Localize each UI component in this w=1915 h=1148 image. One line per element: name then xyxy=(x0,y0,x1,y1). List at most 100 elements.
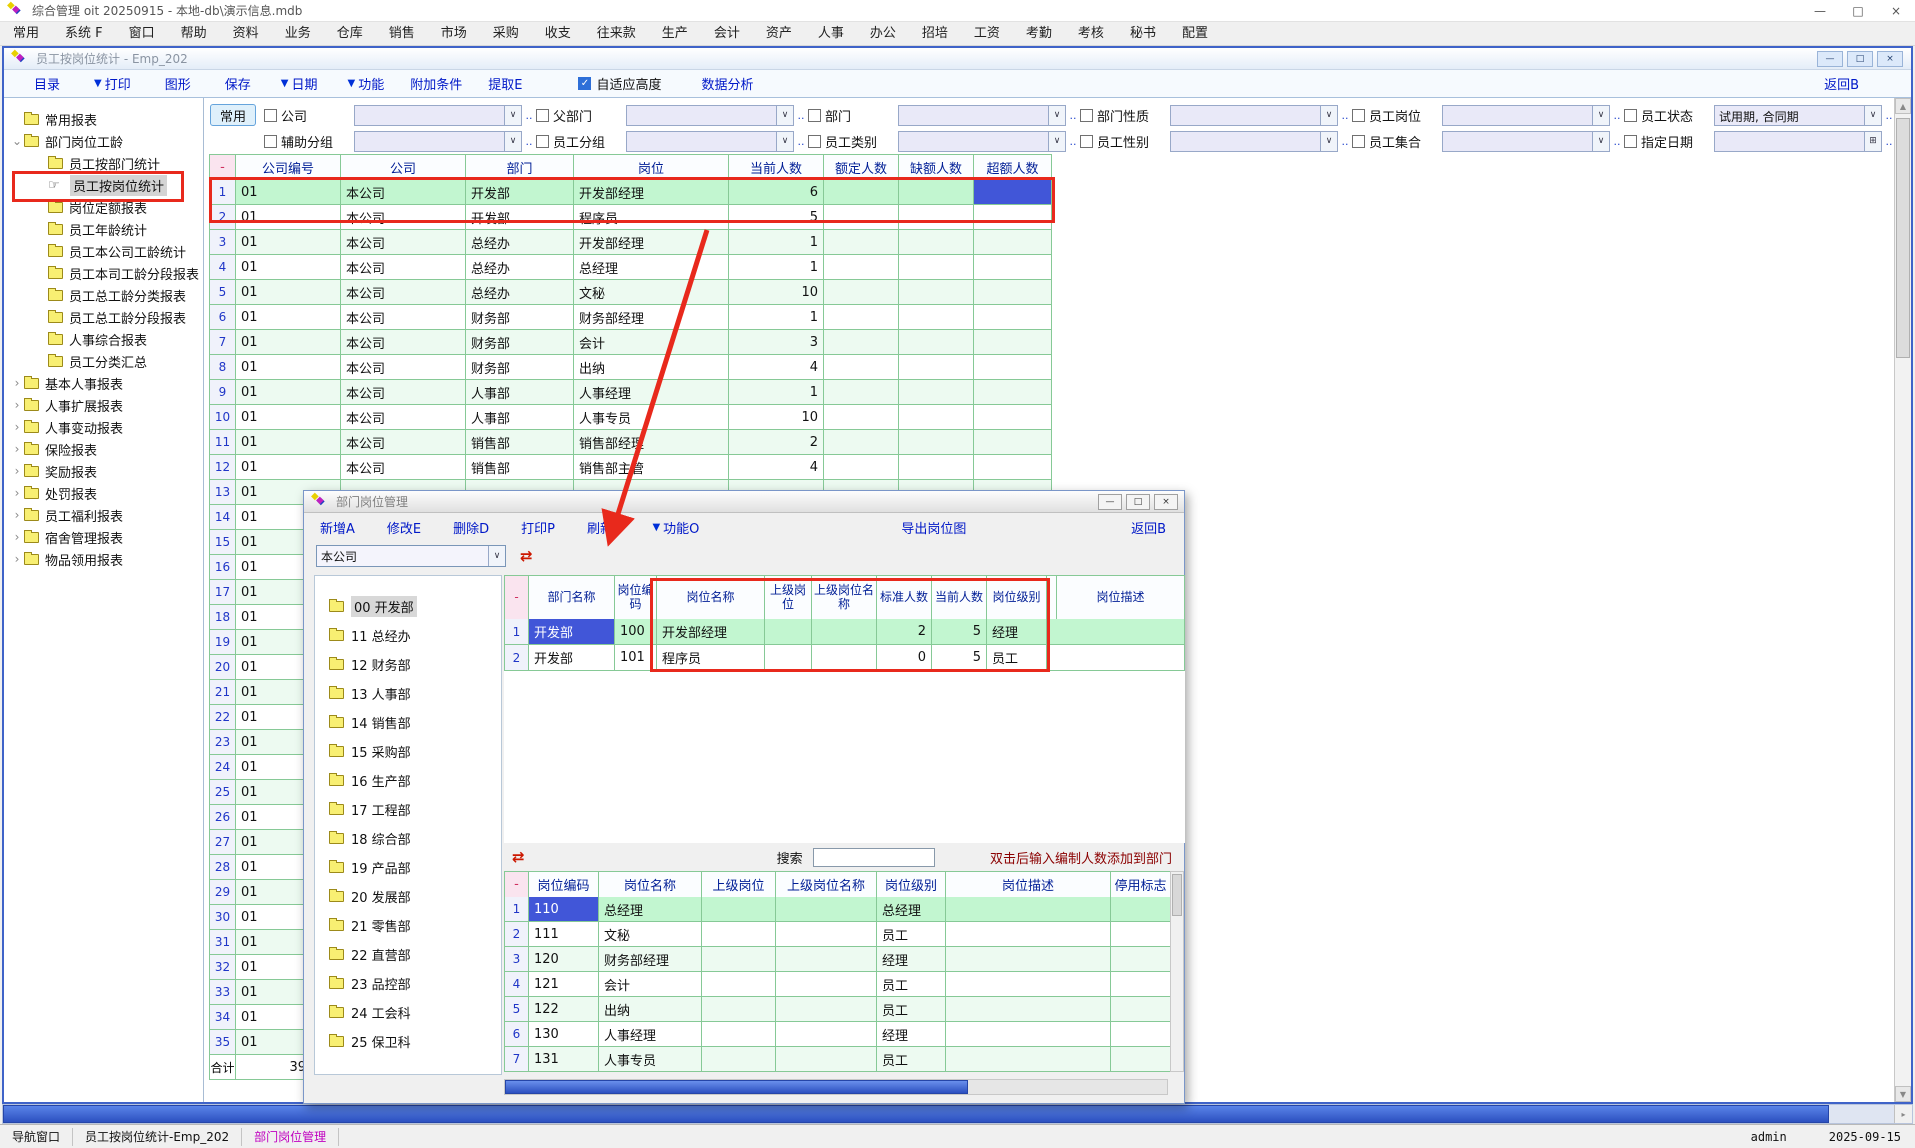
sidebar-item-员工总工龄分段报表[interactable]: 员工总工龄分段报表 xyxy=(4,306,203,328)
row-number[interactable]: 24 xyxy=(210,755,236,780)
grid-cell[interactable] xyxy=(974,280,1052,305)
scrollbar-thumb[interactable] xyxy=(505,1080,968,1094)
grid-cell[interactable] xyxy=(1111,947,1171,972)
grid-cell[interactable]: 本公司 xyxy=(341,205,466,230)
grid-cell[interactable]: 本公司 xyxy=(341,280,466,305)
grid-cell[interactable] xyxy=(899,455,974,480)
dept-tree-item-22 直营部[interactable]: 22 直营部 xyxy=(315,940,501,969)
grid-cell[interactable] xyxy=(974,255,1052,280)
grid-cell[interactable]: 销售部经理 xyxy=(574,430,729,455)
grid-cell[interactable] xyxy=(1111,897,1171,922)
autofit-checkbox[interactable]: ✓ xyxy=(578,77,591,90)
row-number[interactable]: 18 xyxy=(210,605,236,630)
row-number[interactable]: 8 xyxy=(210,355,236,380)
row-number[interactable]: 15 xyxy=(210,530,236,555)
grid-cell[interactable]: 1 xyxy=(729,230,824,255)
grid-cell[interactable]: 01 xyxy=(236,455,341,480)
grid-cell[interactable]: 01 xyxy=(236,405,341,430)
grid-cell[interactable]: 经理 xyxy=(987,619,1047,645)
filter-select-辅助分组[interactable]: ∨ xyxy=(354,131,522,152)
grid-cell[interactable]: 员工 xyxy=(877,972,946,997)
menu-item[interactable]: 考勤 xyxy=(1013,22,1065,46)
filter-checkbox-父部门[interactable] xyxy=(536,109,549,122)
sidebar-item-岗位定额报表[interactable]: 岗位定额报表 xyxy=(4,196,203,218)
chevron-right-icon[interactable]: › xyxy=(10,486,24,500)
grid-cell[interactable]: 人事经理 xyxy=(574,380,729,405)
grid-cell[interactable] xyxy=(702,1022,776,1047)
grid-cell[interactable]: 120 xyxy=(529,947,599,972)
grid-cell[interactable]: 总经理 xyxy=(574,255,729,280)
grid-cell[interactable]: 01 xyxy=(236,280,341,305)
row-number[interactable]: 1 xyxy=(505,619,529,645)
grid-cell[interactable] xyxy=(974,380,1052,405)
grid-cell[interactable]: 开发部经理 xyxy=(574,180,729,205)
grid-cell[interactable] xyxy=(812,645,877,671)
dialog-maximize-icon[interactable]: □ xyxy=(1126,494,1150,510)
scrollbar-thumb[interactable] xyxy=(3,1105,1829,1123)
grid-cell[interactable]: 111 xyxy=(529,922,599,947)
grid-cell[interactable]: 5 xyxy=(932,645,987,671)
grid-cell[interactable] xyxy=(824,380,899,405)
chevron-down-icon[interactable]: ∨ xyxy=(1320,106,1337,125)
chevron-down-icon[interactable]: ∨ xyxy=(1592,106,1609,125)
row-number[interactable]: 16 xyxy=(210,555,236,580)
row-number[interactable]: 32 xyxy=(210,955,236,980)
dept-tree-item-12 财务部[interactable]: 12 财务部 xyxy=(315,650,501,679)
grid-cell[interactable]: 财务部 xyxy=(466,330,574,355)
report-minimize-icon[interactable]: — xyxy=(1817,51,1843,67)
row-number[interactable]: 28 xyxy=(210,855,236,880)
menu-item[interactable]: 生产 xyxy=(649,22,701,46)
catalog-button[interactable]: 目录 xyxy=(34,74,60,93)
column-header[interactable]: 缺额人数 xyxy=(899,155,974,181)
print-button[interactable]: 打印 xyxy=(105,74,131,93)
column-header[interactable]: 上级岗位名称 xyxy=(812,576,877,620)
grid-cell[interactable]: 10 xyxy=(729,280,824,305)
menu-item[interactable]: 考核 xyxy=(1065,22,1117,46)
grid-cell[interactable] xyxy=(974,355,1052,380)
grid-cell[interactable] xyxy=(946,922,1111,947)
grid-cell[interactable]: 开发部 xyxy=(529,645,615,671)
grid-cell[interactable] xyxy=(824,355,899,380)
grid-cell[interactable] xyxy=(1057,645,1185,671)
grid-cell[interactable] xyxy=(824,430,899,455)
grid-cell[interactable] xyxy=(1111,922,1171,947)
graph-button[interactable]: 图形 xyxy=(165,74,191,93)
row-number[interactable]: 26 xyxy=(210,805,236,830)
dept-tree-item-13 人事部[interactable]: 13 人事部 xyxy=(315,679,501,708)
grid-cell[interactable]: 本公司 xyxy=(341,305,466,330)
grid-cell[interactable]: 出纳 xyxy=(599,997,702,1022)
row-number[interactable]: 2 xyxy=(505,645,529,671)
grid-cell[interactable]: 3 xyxy=(729,330,824,355)
scrollbar-thumb[interactable] xyxy=(1172,874,1182,916)
sidebar-item-员工本公司工龄统计[interactable]: 员工本公司工龄统计 xyxy=(4,240,203,262)
column-header[interactable]: 当前人数 xyxy=(932,576,987,620)
grid-cell[interactable] xyxy=(974,330,1052,355)
filter-select-父部门[interactable]: ∨ xyxy=(626,105,794,126)
chevron-down-icon[interactable]: ∨ xyxy=(776,132,793,151)
grid-cell[interactable] xyxy=(702,997,776,1022)
dept-tree-item-23 品控部[interactable]: 23 品控部 xyxy=(315,969,501,998)
grid-cell[interactable]: 出纳 xyxy=(574,355,729,380)
grid-cell[interactable] xyxy=(974,180,1052,205)
filter-select-员工性别[interactable]: ∨ xyxy=(1170,131,1338,152)
menu-item[interactable]: 采购 xyxy=(480,22,532,46)
row-number[interactable]: 13 xyxy=(210,480,236,505)
sidebar-item-基本人事报表[interactable]: ›基本人事报表 xyxy=(4,372,203,394)
dialog-vertical-scrollbar[interactable] xyxy=(1170,871,1184,1072)
column-header[interactable]: 标准人数 xyxy=(877,576,932,620)
dept-tree-item-11 总经办[interactable]: 11 总经办 xyxy=(315,621,501,650)
row-number[interactable]: 2 xyxy=(210,205,236,230)
grid-cell[interactable] xyxy=(824,330,899,355)
grid-cell[interactable] xyxy=(824,455,899,480)
grid-cell[interactable]: 财务部 xyxy=(466,305,574,330)
filter-checkbox-指定日期[interactable] xyxy=(1624,135,1637,148)
grid-cell[interactable] xyxy=(899,330,974,355)
dialog-删除D-button[interactable]: 删除D xyxy=(453,518,489,537)
menu-item[interactable]: 资产 xyxy=(753,22,805,46)
filter-checkbox-公司[interactable] xyxy=(264,109,277,122)
scroll-up-icon[interactable]: ▲ xyxy=(1895,98,1911,114)
sidebar-item-保险报表[interactable]: ›保险报表 xyxy=(4,438,203,460)
grid-cell[interactable] xyxy=(824,305,899,330)
grid-cell[interactable]: 员工 xyxy=(987,645,1047,671)
minimize-icon[interactable]: — xyxy=(1801,0,1839,21)
